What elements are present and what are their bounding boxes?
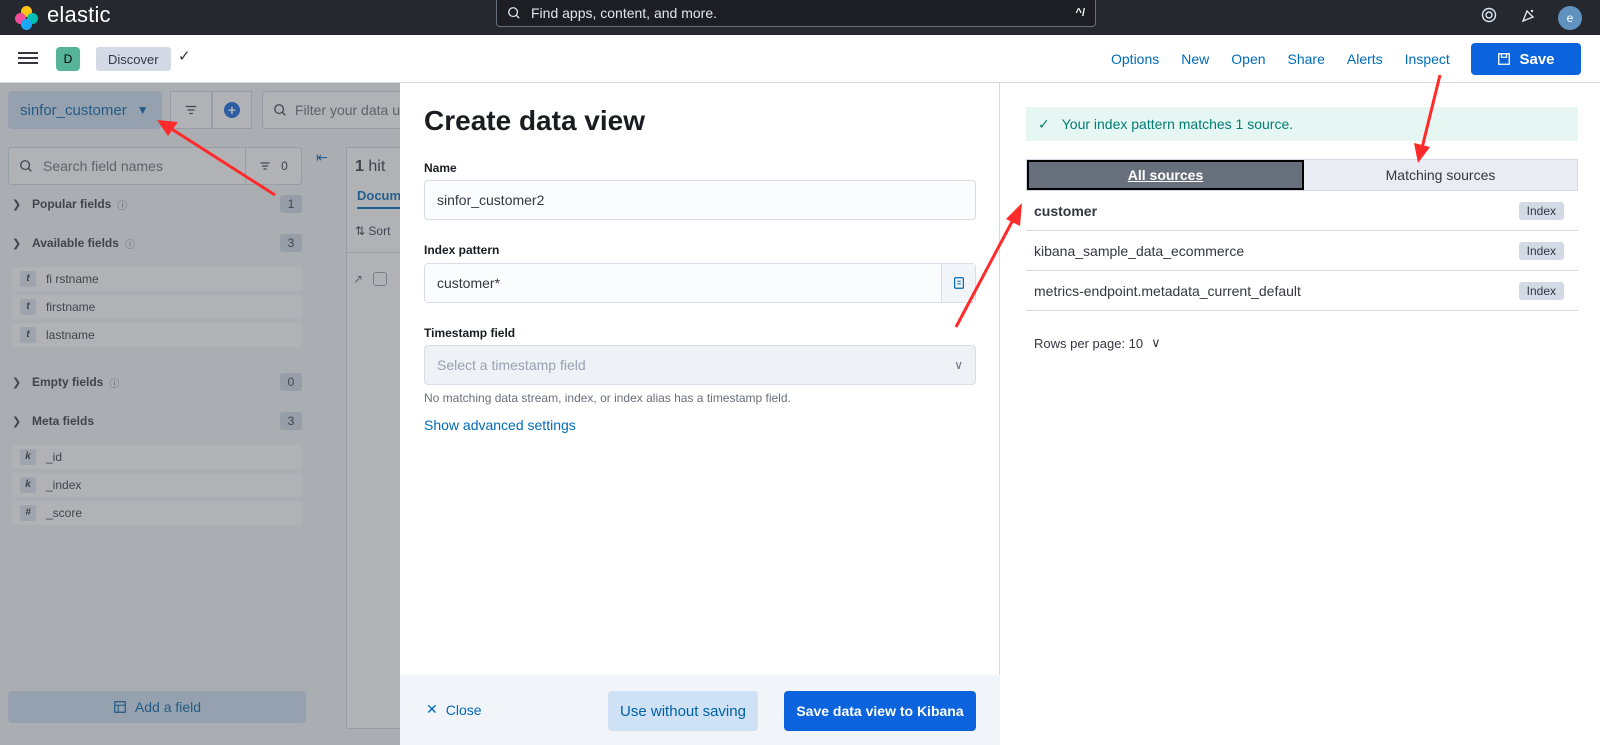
open-link[interactable]: Open	[1223, 45, 1273, 73]
table-row: kibana_sample_data_ecommerce Index	[1026, 231, 1578, 271]
tab-matching-sources[interactable]: Matching sources	[1304, 160, 1577, 190]
use-without-saving-button[interactable]: Use without saving	[608, 691, 758, 731]
modal-overlay[interactable]	[0, 83, 400, 745]
save-data-view-button[interactable]: Save data view to Kibana	[784, 691, 976, 731]
breadcrumb-discover[interactable]: Discover	[96, 47, 171, 71]
search-placeholder: Find apps, content, and more.	[531, 5, 717, 21]
source-type-badge: Index	[1518, 201, 1564, 220]
close-button[interactable]: ✕ Close	[426, 701, 482, 718]
name-label: Name	[424, 161, 457, 175]
index-pattern-label: Index pattern	[424, 243, 500, 257]
check-icon: ✓	[178, 48, 191, 65]
check-icon: ✓	[1038, 115, 1050, 132]
global-search-input[interactable]: Find apps, content, and more. ^/	[496, 0, 1096, 27]
close-icon: ✕	[426, 701, 438, 717]
chevron-down-icon: ∨	[954, 358, 963, 372]
sources-preview: ✓ Your index pattern matches 1 source. A…	[1000, 83, 1600, 745]
index-pattern-input[interactable]: customer*	[424, 263, 976, 303]
source-type-badge: Index	[1518, 241, 1564, 260]
name-input[interactable]: sinfor_customer2	[424, 180, 976, 220]
table-row: customer Index	[1026, 191, 1578, 231]
inspect-link[interactable]: Inspect	[1397, 45, 1458, 73]
news-feed-icon[interactable]	[1518, 7, 1540, 28]
timestamp-placeholder: Select a timestamp field	[437, 357, 586, 373]
timestamp-label: Timestamp field	[424, 326, 516, 340]
sources-tabs: All sources Matching sources	[1026, 159, 1578, 191]
share-link[interactable]: Share	[1280, 45, 1333, 73]
timestamp-select[interactable]: Select a timestamp field ∨	[424, 345, 976, 385]
source-name: metrics-endpoint.metadata_current_defaul…	[1034, 282, 1301, 299]
show-advanced-settings-link[interactable]: Show advanced settings	[424, 417, 576, 433]
table-row: metrics-endpoint.metadata_current_defaul…	[1026, 271, 1578, 311]
create-data-view-form: Create data view Name sinfor_customer2 I…	[400, 83, 1000, 745]
logo-text: elastic	[47, 1, 111, 27]
match-callout: ✓ Your index pattern matches 1 source.	[1026, 107, 1578, 141]
save-label: Save	[1519, 50, 1555, 68]
tab-all-sources[interactable]: All sources	[1027, 160, 1304, 190]
save-icon	[1498, 53, 1511, 65]
new-link[interactable]: New	[1173, 45, 1217, 73]
timestamp-help-text: No matching data stream, index, or index…	[424, 391, 791, 405]
index-pattern-help-icon[interactable]	[941, 264, 975, 302]
hamburger-menu-icon[interactable]	[18, 49, 38, 67]
options-link[interactable]: Options	[1103, 45, 1167, 73]
source-name: kibana_sample_data_ecommerce	[1034, 242, 1245, 259]
callout-text: Your index pattern matches 1 source.	[1061, 116, 1294, 132]
close-label: Close	[445, 701, 482, 718]
top-header: elastic Find apps, content, and more. ^/…	[0, 0, 1600, 35]
index-pattern-value: customer*	[437, 275, 501, 291]
flyout-title: Create data view	[424, 105, 645, 136]
help-icon[interactable]	[1478, 7, 1500, 28]
search-shortcut: ^/	[1075, 7, 1085, 19]
elastic-logo[interactable]: elastic	[15, 0, 111, 35]
elastic-logo-icon	[15, 5, 39, 30]
app-badge: D	[56, 47, 80, 71]
save-button[interactable]: Save	[1471, 43, 1581, 75]
source-name: customer	[1034, 202, 1098, 219]
rows-per-page-label: Rows per page: 10	[1034, 335, 1144, 351]
search-icon	[508, 7, 520, 19]
source-type-badge: Index	[1518, 281, 1564, 300]
name-value: sinfor_customer2	[437, 192, 545, 208]
user-avatar[interactable]: e	[1558, 5, 1582, 30]
alerts-link[interactable]: Alerts	[1339, 45, 1391, 73]
flyout-footer: ✕ Close Use without saving Save data vie…	[400, 675, 1000, 745]
app-header: D Discover ✓ Options New Open Share Aler…	[0, 35, 1600, 83]
chevron-down-icon: ∨	[1151, 335, 1161, 350]
rows-per-page-button[interactable]: Rows per page: 10 ∨	[1034, 335, 1161, 351]
